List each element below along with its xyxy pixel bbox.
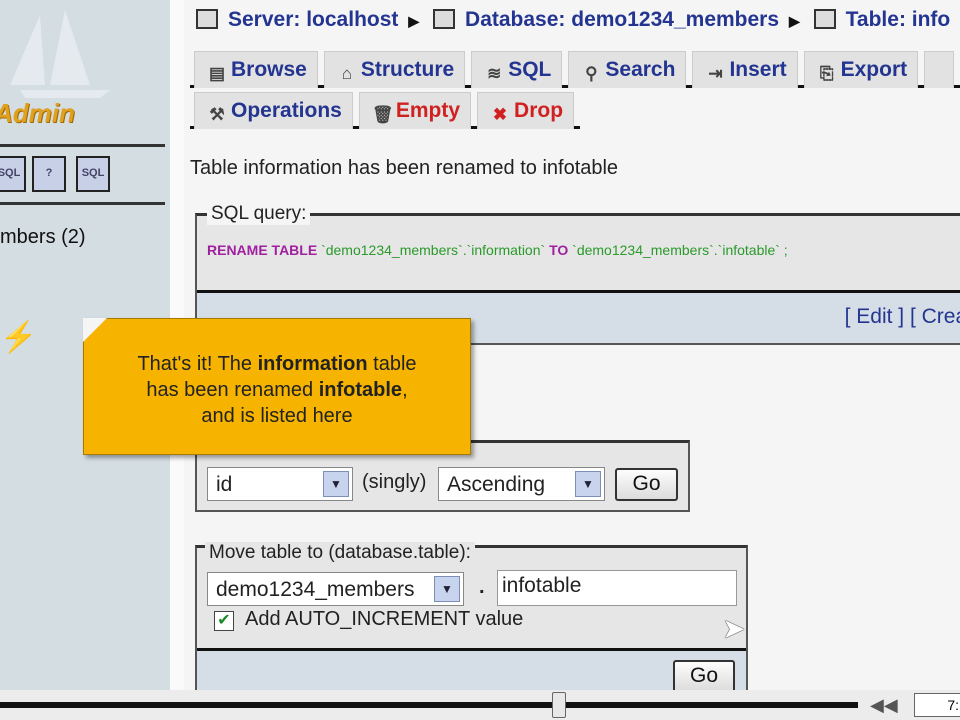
drop-icon: ✖	[492, 105, 508, 124]
sql-docs-icon[interactable]: SQL	[76, 156, 110, 192]
tab-label: Structure	[360, 58, 455, 81]
server-icon	[196, 9, 218, 29]
success-message: Table information has been renamed to in…	[190, 157, 619, 179]
move-table-footer: Go	[197, 648, 746, 693]
singly-label: (singly)	[362, 471, 427, 493]
move-go-button[interactable]: Go	[673, 660, 735, 693]
sql-window-icon[interactable]: SQL	[0, 156, 26, 192]
breadcrumb-server[interactable]: Server: localhost	[228, 8, 398, 31]
phpmyadmin-ship-logo-icon	[10, 10, 110, 98]
sql-query-legend: SQL query:	[207, 203, 311, 225]
seek-slider-handle[interactable]	[551, 692, 566, 718]
target-table-input[interactable]: infotable	[497, 570, 737, 606]
video-player-bar: ◀◀ 7:	[0, 690, 960, 720]
tab-search[interactable]: ⚲ Search	[568, 51, 687, 88]
order-column-select[interactable]: id ▼	[207, 467, 353, 501]
tab-label: Search	[605, 58, 676, 81]
tab-label: Export	[840, 58, 908, 81]
target-database-select[interactable]: demo1234_members ▼	[207, 572, 464, 606]
arrow-icon: ▶	[789, 13, 800, 29]
tab-label: Empty	[395, 99, 461, 122]
tabs-row-1: ▤ Browse ⌂ Structure ≋ SQL ⚲ Search ⇥ Insert …	[190, 48, 960, 88]
tab-browse[interactable]: ▤ Browse	[194, 51, 318, 88]
browse-icon: ▤	[208, 64, 226, 83]
chevron-down-icon: ▼	[434, 576, 460, 602]
arrow-icon: ▶	[408, 13, 420, 29]
database-icon	[433, 9, 456, 29]
tab-operations[interactable]: ⚒ Operations	[194, 92, 353, 129]
help-icon[interactable]: ?	[32, 156, 66, 192]
create-php-code-link[interactable]: [ Creat	[904, 305, 960, 328]
sql-icon: ≋	[487, 64, 502, 83]
tab-import[interactable]	[924, 51, 955, 88]
edit-link[interactable]: [ Edit ]	[845, 305, 905, 328]
tab-export[interactable]: ⎘ Export	[803, 51, 919, 88]
auto-increment-checkbox[interactable]: ✔	[214, 611, 234, 631]
auto-increment-label: Add AUTO_INCREMENT value	[245, 608, 524, 630]
rewind-icon[interactable]: ◀◀	[870, 695, 898, 716]
time-display: 7:	[914, 693, 960, 717]
chevron-down-icon: ▼	[323, 471, 349, 497]
move-table-box: Move table to (database.table): demo1234…	[195, 542, 748, 695]
move-table-legend: Move table to (database.table):	[205, 542, 475, 564]
tab-label: Browse	[231, 58, 307, 81]
trash-icon: 🗑	[371, 105, 394, 124]
mouse-cursor-icon: ➤	[722, 613, 746, 644]
export-icon: ⎘	[819, 64, 834, 83]
tab-label: Drop	[514, 99, 564, 122]
divider	[0, 144, 165, 147]
sql-query-text: RENAME TABLE `demo1234_members`.`informa…	[207, 242, 788, 258]
order-direction-select[interactable]: Ascending ▼	[438, 467, 605, 501]
dot-separator: .	[479, 576, 485, 598]
breadcrumb: Server: localhost ▶ Database: demo1234_me…	[196, 8, 956, 32]
divider	[0, 202, 165, 205]
structure-icon: ⌂	[341, 64, 352, 83]
tab-structure[interactable]: ⌂ Structure	[323, 51, 466, 88]
search-icon: ⚲	[585, 64, 598, 83]
chevron-down-icon: ▼	[575, 471, 601, 497]
tab-label: Insert	[729, 58, 787, 81]
logo-text: Admin	[0, 98, 75, 128]
tab-label: SQL	[508, 58, 552, 81]
tab-empty[interactable]: 🗑 Empty	[358, 92, 472, 129]
tab-sql[interactable]: ≋ SQL	[471, 51, 563, 88]
tab-drop[interactable]: ✖ Drop	[477, 92, 575, 129]
order-go-button[interactable]: Go	[615, 468, 678, 501]
tutorial-callout: That's it! The information table has bee…	[83, 318, 471, 455]
breadcrumb-table[interactable]: Table: info	[846, 8, 951, 31]
insert-icon: ⇥	[708, 64, 723, 83]
table-icon: ⚡	[0, 321, 38, 354]
seek-track[interactable]	[0, 702, 858, 708]
database-link[interactable]: mbers (2)	[0, 226, 86, 249]
table-icon	[813, 9, 836, 29]
tab-label: Operations	[231, 99, 342, 122]
tabs-row-2: ⚒ Operations 🗑 Empty ✖ Drop	[190, 89, 580, 129]
operations-icon: ⚒	[209, 105, 225, 124]
breadcrumb-database[interactable]: Database: demo1234_members	[465, 8, 779, 31]
tab-insert[interactable]: ⇥ Insert	[692, 51, 798, 88]
